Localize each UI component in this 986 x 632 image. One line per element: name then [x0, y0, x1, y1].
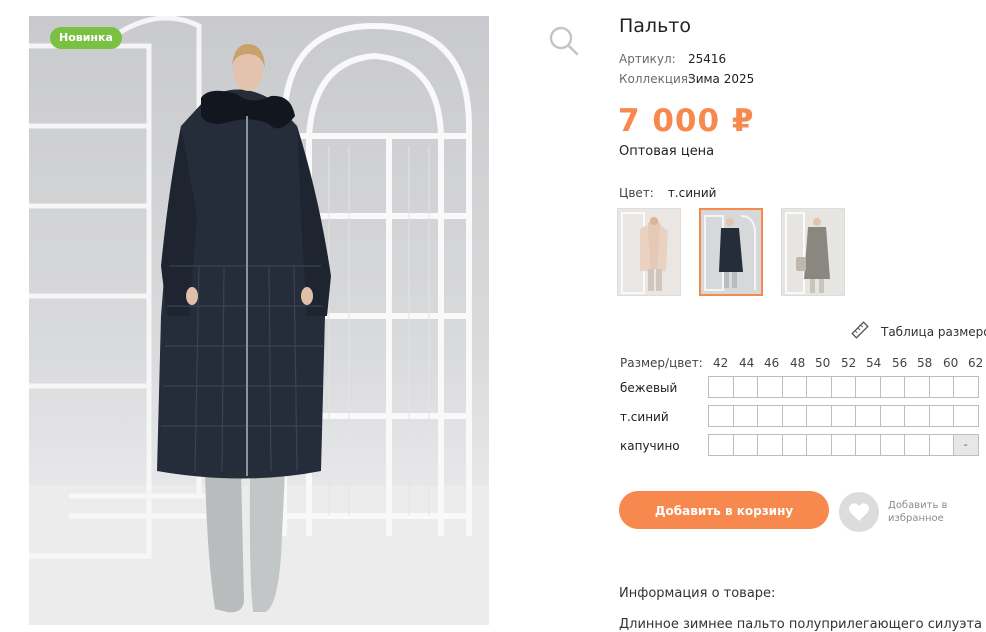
size-46: 46	[764, 356, 780, 370]
grid-header-label: Размер/цвет:	[620, 356, 703, 370]
article-row: Артикул: 25416	[619, 52, 726, 66]
qty-cell[interactable]	[928, 405, 954, 427]
size-table-label: Таблица размеров	[881, 325, 986, 339]
color-label: Цвет:	[619, 186, 654, 200]
favorite-button[interactable]	[839, 492, 879, 532]
coat-photo-illustration	[29, 16, 489, 625]
qty-cell[interactable]	[781, 434, 807, 456]
size-table-link[interactable]: Таблица размеров	[851, 321, 986, 339]
qty-cell[interactable]	[781, 376, 807, 398]
qty-cell[interactable]	[855, 405, 881, 427]
size-42: 42	[713, 356, 729, 370]
grid-row-cappuccino: -	[708, 434, 979, 456]
product-info-title: Информация о товаре:	[619, 586, 776, 601]
qty-cell[interactable]	[757, 434, 783, 456]
qty-cell[interactable]	[879, 405, 905, 427]
add-to-cart-button[interactable]: Добавить в корзину	[619, 491, 829, 529]
size-56: 56	[892, 356, 908, 370]
size-50: 50	[815, 356, 831, 370]
grid-row-beige	[708, 376, 979, 398]
price: 7 000 ₽	[618, 103, 755, 139]
article-value: 25416	[688, 52, 727, 66]
collection-label: Коллекция:	[619, 72, 693, 86]
qty-cell[interactable]	[806, 434, 832, 456]
ruler-icon	[851, 321, 869, 339]
qty-cell[interactable]	[830, 376, 856, 398]
qty-cell[interactable]	[732, 434, 758, 456]
size-44: 44	[739, 356, 755, 370]
color-value: т.синий	[667, 186, 717, 200]
qty-cell[interactable]	[904, 405, 930, 427]
qty-cell[interactable]	[830, 434, 856, 456]
article-label: Артикул:	[619, 52, 676, 66]
size-60: 60	[943, 356, 959, 370]
size-54: 54	[866, 356, 882, 370]
qty-cell[interactable]	[732, 376, 758, 398]
size-58: 58	[917, 356, 933, 370]
qty-cell[interactable]	[904, 434, 930, 456]
magnifier-icon[interactable]	[548, 25, 580, 57]
collection-value: Зима 2025	[688, 72, 755, 86]
grid-row-label: бежевый	[620, 381, 678, 395]
qty-cell[interactable]	[928, 376, 954, 398]
size-52: 52	[841, 356, 857, 370]
collection-row: Коллекция:Зима 2025	[619, 72, 754, 86]
qty-cell[interactable]	[757, 405, 783, 427]
qty-cell[interactable]	[855, 376, 881, 398]
qty-cell[interactable]	[855, 434, 881, 456]
qty-cell[interactable]	[953, 376, 979, 398]
qty-cell[interactable]	[708, 434, 734, 456]
color-swatch-cappuccino[interactable]	[781, 208, 845, 296]
color-line: Цвет: т.синий	[619, 186, 716, 200]
size-62: 62	[968, 356, 984, 370]
qty-cell[interactable]	[732, 405, 758, 427]
qty-cell[interactable]	[928, 434, 954, 456]
qty-cell[interactable]	[708, 405, 734, 427]
heart-icon	[848, 503, 870, 521]
grid-row-label: т.синий	[620, 410, 669, 424]
qty-cell[interactable]	[904, 376, 930, 398]
grid-row-navy	[708, 405, 979, 427]
qty-cell[interactable]	[781, 405, 807, 427]
product-title: Пальто	[619, 15, 691, 37]
qty-cell[interactable]	[757, 376, 783, 398]
qty-cell[interactable]	[806, 405, 832, 427]
color-swatch-navy[interactable]	[699, 208, 763, 296]
qty-cell[interactable]	[953, 405, 979, 427]
new-badge: Новинка	[50, 27, 122, 49]
size-48: 48	[790, 356, 806, 370]
price-note: Оптовая цена	[619, 144, 715, 159]
qty-cell[interactable]	[708, 376, 734, 398]
product-main-photo[interactable]	[29, 16, 489, 625]
qty-cell-unavailable: -	[953, 434, 979, 456]
qty-cell[interactable]	[830, 405, 856, 427]
qty-cell[interactable]	[879, 434, 905, 456]
qty-cell[interactable]	[806, 376, 832, 398]
color-swatch-beige[interactable]	[617, 208, 681, 296]
qty-cell[interactable]	[879, 376, 905, 398]
grid-row-label: капучино	[620, 439, 680, 453]
favorite-label[interactable]: Добавить в избранное	[888, 499, 947, 525]
